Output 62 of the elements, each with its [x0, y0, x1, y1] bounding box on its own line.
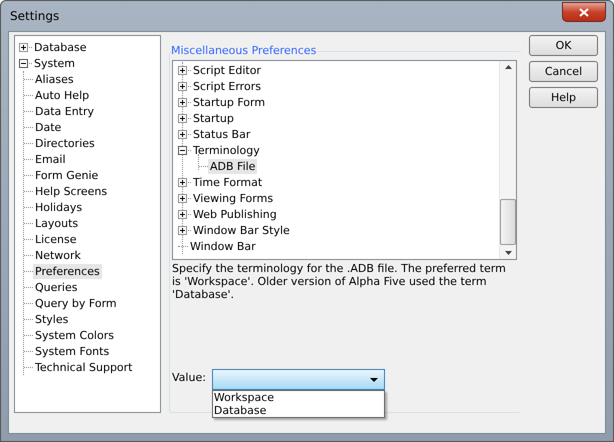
expand-icon[interactable] — [19, 42, 28, 52]
tree-item[interactable]: ADB File — [208, 158, 258, 174]
tree-item[interactable]: Startup — [191, 110, 236, 126]
scroll-thumb[interactable] — [500, 199, 516, 245]
group-title: Miscellaneous Preferences — [171, 44, 318, 57]
window-title: Settings — [9, 9, 60, 23]
tree-item[interactable]: Form Genie — [33, 168, 100, 182]
dialog-button[interactable]: OK — [529, 35, 598, 56]
tree-item[interactable]: Email — [33, 152, 68, 166]
expand-icon[interactable] — [178, 114, 187, 122]
expand-icon[interactable] — [178, 130, 187, 138]
tree-item[interactable]: Holidays — [33, 200, 84, 214]
tree-item[interactable]: System Colors — [33, 328, 116, 342]
tree-item[interactable]: Layouts — [33, 216, 80, 230]
value-dropdown[interactable] — [212, 369, 385, 390]
tree-item[interactable]: Script Editor — [191, 62, 263, 78]
tree-item[interactable]: Time Format — [191, 174, 264, 190]
tree-item[interactable]: Data Entry — [33, 104, 96, 118]
dropdown-arrow-icon — [370, 378, 378, 382]
expand-icon[interactable] — [178, 178, 187, 186]
tree-item[interactable]: Viewing Forms — [191, 190, 276, 206]
close-icon — [579, 8, 589, 16]
tree-item[interactable]: Styles — [33, 312, 70, 326]
tree-item[interactable]: Database — [32, 40, 88, 54]
tree-item[interactable]: Queries — [33, 280, 80, 294]
tree-item[interactable]: Web Publishing — [191, 206, 279, 222]
description-text: Specify the terminology for the .ADB file. The preferred term is 'Workspace'. Older version of Alpha Five used the term 'Database'. — [172, 262, 507, 301]
scrollbar[interactable] — [499, 61, 516, 259]
tree-item[interactable]: Window Bar Style — [191, 222, 292, 238]
tree-item[interactable]: Terminology — [191, 142, 262, 158]
expand-icon[interactable] — [178, 66, 187, 74]
tree-item[interactable]: Technical Support — [33, 360, 134, 374]
expand-icon[interactable] — [178, 98, 187, 106]
expand-icon[interactable] — [178, 82, 187, 90]
expand-icon[interactable] — [178, 210, 187, 218]
tree-item[interactable]: Help Screens — [33, 184, 110, 198]
tree-item[interactable]: Script Errors — [191, 78, 263, 94]
tree-item[interactable]: Aliases — [33, 72, 76, 86]
dialog-button[interactable]: Cancel — [529, 61, 598, 82]
collapse-icon[interactable] — [178, 146, 187, 154]
tree-item[interactable]: Preferences — [33, 264, 102, 278]
expand-icon[interactable] — [178, 226, 187, 234]
tree-item[interactable]: Status Bar — [191, 126, 252, 142]
value-label: Value: — [172, 370, 206, 386]
tree-item[interactable]: Date — [33, 120, 64, 134]
collapse-icon[interactable] — [19, 58, 28, 68]
tree-item[interactable]: Query by Form — [33, 296, 119, 310]
tree-item[interactable]: Startup Form — [191, 94, 268, 110]
tree-item[interactable]: Network — [33, 248, 83, 262]
close-button[interactable] — [562, 2, 606, 22]
tree-item[interactable]: Directories — [33, 136, 97, 150]
expand-icon[interactable] — [178, 194, 187, 202]
dropdown-option[interactable]: Database — [212, 404, 384, 417]
dialog-button[interactable]: Help — [529, 87, 598, 108]
tree-item[interactable]: License — [33, 232, 78, 246]
dropdown-option[interactable]: Workspace — [212, 391, 384, 404]
tree-item[interactable]: Window Bar — [188, 238, 258, 254]
tree-item[interactable]: System Fonts — [33, 344, 112, 358]
scroll-down-icon[interactable] — [504, 251, 512, 255]
tree-item[interactable]: Auto Help — [33, 88, 92, 102]
tree-item[interactable]: System — [32, 56, 78, 70]
scroll-up-icon[interactable] — [504, 65, 512, 69]
